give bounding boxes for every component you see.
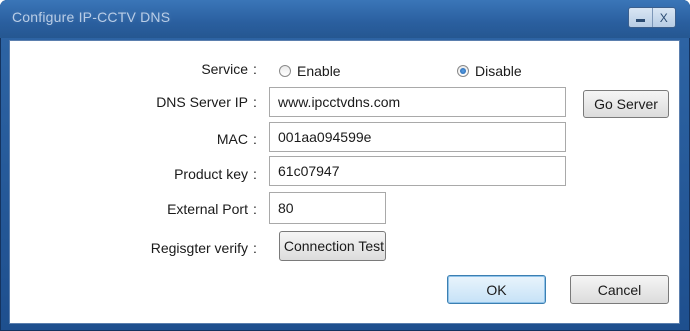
cancel-button[interactable]: Cancel xyxy=(570,275,669,304)
close-button[interactable]: X xyxy=(651,8,676,27)
go-server-button[interactable]: Go Server xyxy=(583,90,669,118)
radio-disable[interactable]: Disable xyxy=(457,63,522,79)
dialog-window: Configure IP-CCTV DNS X Service : Enable… xyxy=(0,0,690,331)
register-verify-label: Regisgter verify xyxy=(150,240,248,256)
window-controls: X xyxy=(628,7,676,28)
ok-button[interactable]: OK xyxy=(447,275,546,304)
dns-server-ip-colon: : xyxy=(253,94,257,110)
radio-disable-circle[interactable] xyxy=(457,65,469,77)
minimize-button[interactable] xyxy=(629,8,652,27)
mac-colon: : xyxy=(253,131,257,147)
dialog-body: Service : Enable Disable DNS Server IP :… xyxy=(9,40,680,324)
product-key-colon: : xyxy=(253,166,257,182)
register-verify-colon: : xyxy=(253,240,257,256)
product-key-input[interactable]: 61c07947 xyxy=(269,156,566,186)
mac-label: MAC xyxy=(216,131,248,147)
connection-test-button[interactable]: Connection Test xyxy=(279,231,386,261)
external-port-input[interactable]: 80 xyxy=(269,192,386,224)
radio-enable-label: Enable xyxy=(297,63,341,79)
external-port-label: External Port xyxy=(167,201,248,217)
service-colon: : xyxy=(253,61,257,77)
service-label: Service xyxy=(201,61,248,77)
window-title: Configure IP-CCTV DNS xyxy=(12,9,171,25)
radio-disable-label: Disable xyxy=(475,63,522,79)
minimize-icon xyxy=(635,18,645,22)
product-key-label: Product key xyxy=(174,166,248,182)
title-bar[interactable]: Configure IP-CCTV DNS X xyxy=(0,0,690,38)
external-port-colon: : xyxy=(253,201,257,217)
radio-enable[interactable]: Enable xyxy=(279,63,341,79)
radio-enable-circle[interactable] xyxy=(279,65,291,77)
close-icon: X xyxy=(659,10,668,25)
mac-input[interactable]: 001aa094599e xyxy=(269,122,566,152)
dns-server-ip-input[interactable]: www.ipcctvdns.com xyxy=(269,87,566,117)
dns-server-ip-label: DNS Server IP xyxy=(156,94,248,110)
